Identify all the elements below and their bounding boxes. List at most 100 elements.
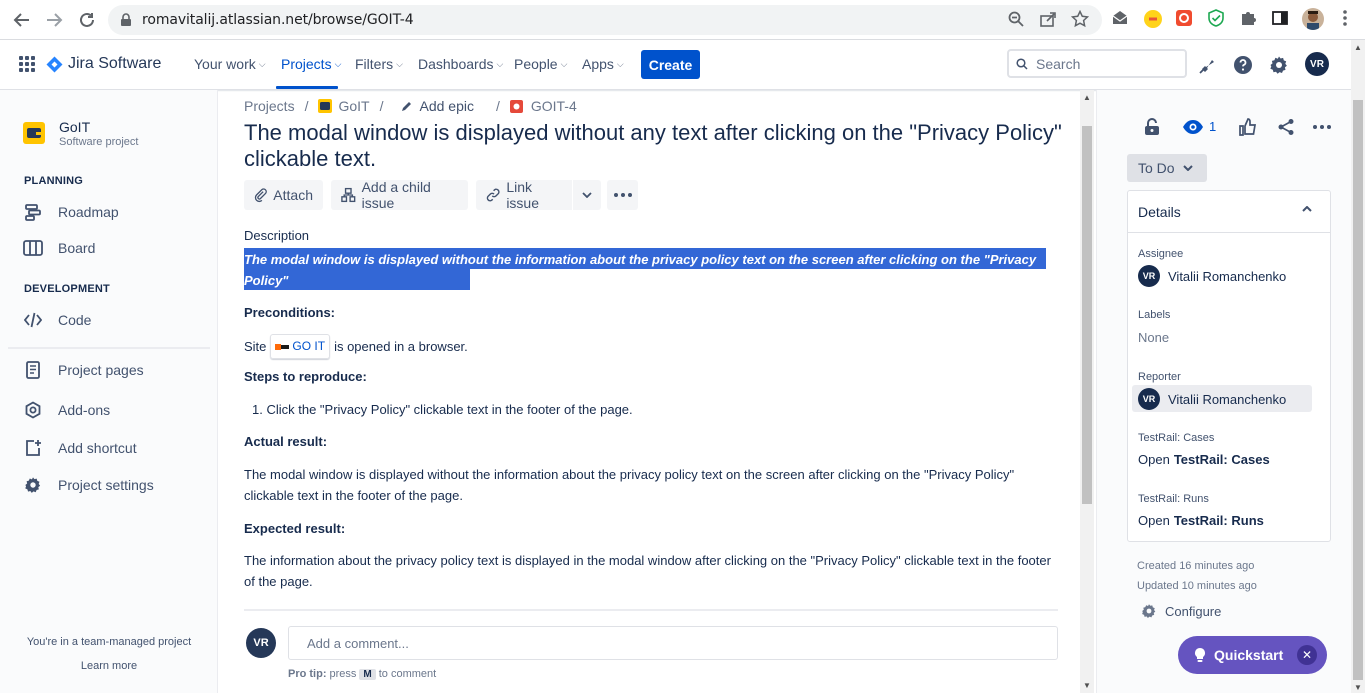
user-avatar[interactable]: VR [1305, 52, 1329, 76]
project-type: Software project [59, 136, 139, 148]
testrail-cases-value: TestRail: Cases [1173, 452, 1270, 467]
board-icon [22, 237, 44, 259]
breadcrumb-separator: / [379, 98, 384, 114]
steps-heading: Steps to reproduce: [244, 369, 367, 384]
project-name[interactable]: GoIT [59, 119, 90, 135]
record-extension-icon[interactable] [1175, 9, 1195, 29]
reporter-field[interactable]: VR Vitalii Romanchenko [1138, 388, 1286, 410]
zoom-icon[interactable] [1007, 10, 1027, 30]
description-text[interactable]: The modal window is displayed without th… [244, 249, 1054, 312]
thumbs-up-icon[interactable] [1237, 116, 1259, 138]
created-timestamp: Created 16 minutes ago [1137, 560, 1255, 572]
bookmark-star-icon[interactable] [1071, 10, 1091, 30]
share-icon[interactable] [1039, 10, 1059, 30]
nav-your-work[interactable]: Your work ⌵ [194, 56, 266, 72]
testrail-runs-label: TestRail: Runs [1138, 493, 1209, 505]
browser-profile-avatar[interactable] [1302, 8, 1324, 30]
browser-menu-icon[interactable] [1336, 9, 1356, 29]
jira-logo[interactable]: Jira Software [46, 55, 161, 73]
reload-icon[interactable] [75, 8, 99, 32]
nav-filters[interactable]: Filters ⌵ [355, 56, 403, 72]
add-child-label: Add a child issue [361, 179, 431, 211]
site-link-chip[interactable]: GO IT [270, 334, 331, 359]
lock-icon[interactable] [120, 13, 132, 27]
sidebar-item-label: Project pages [58, 362, 144, 378]
quickstart-button[interactable]: Quickstart ✕ [1178, 636, 1327, 674]
back-icon[interactable] [10, 8, 34, 32]
sidebar-item-project-pages[interactable]: Project pages [22, 358, 144, 382]
breadcrumb-project[interactable]: GoIT [318, 98, 370, 114]
scroll-up-arrow-icon[interactable]: ▲ [1083, 93, 1091, 102]
app-switcher-icon[interactable] [18, 55, 36, 73]
preconditions-text: Site GO IT is opened in a browser. [244, 334, 468, 359]
project-avatar[interactable] [23, 122, 45, 144]
testrail-cases-link[interactable]: Open TestRail: Cases [1138, 452, 1270, 467]
scroll-up-arrow-icon[interactable]: ▲ [1354, 43, 1362, 52]
forward-icon[interactable] [42, 8, 66, 32]
mail-extension-icon[interactable] [1111, 9, 1131, 29]
more-horizontal-icon[interactable] [1311, 116, 1333, 138]
sidebar-item-code[interactable]: Code [22, 308, 91, 332]
nav-dashboards[interactable]: Dashboards ⌵ [418, 56, 503, 72]
attach-button[interactable]: Attach [244, 180, 323, 210]
scroll-down-arrow-icon[interactable]: ▼ [1354, 683, 1362, 692]
add-epic-button[interactable]: Add epic [401, 98, 474, 114]
notifications-icon[interactable] [1196, 53, 1220, 77]
breadcrumb-projects[interactable]: Projects [244, 98, 295, 114]
nav-apps[interactable]: Apps ⌵ [582, 56, 624, 72]
sidebar-item-board[interactable]: Board [22, 236, 95, 260]
lock-icon[interactable] [1141, 116, 1163, 138]
code-icon [22, 309, 44, 331]
close-icon[interactable]: ✕ [1297, 645, 1317, 665]
add-epic-label: Add epic [419, 98, 474, 114]
honey-extension-icon[interactable] [1143, 9, 1163, 29]
chevron-down-icon: ⌵ [396, 58, 403, 69]
link-issue-dropdown[interactable] [573, 180, 601, 210]
breadcrumb-issue[interactable]: GOIT-4 [509, 98, 577, 114]
comment-input[interactable]: Add a comment... [288, 626, 1058, 660]
hierarchy-icon [341, 187, 356, 203]
reporter-label: Reporter [1138, 371, 1181, 383]
breadcrumb: Projects / GoIT / Add epic / GOIT-4 [244, 97, 577, 115]
reporter-name: Vitalii Romanchenko [1168, 391, 1287, 407]
actual-result-text: The modal window is displayed without th… [244, 467, 1015, 503]
sidebar-item-add-ons[interactable]: Add-ons [22, 398, 110, 422]
configure-button[interactable]: Configure [1141, 603, 1221, 619]
more-actions-button[interactable] [607, 180, 638, 210]
help-icon[interactable] [1231, 53, 1255, 77]
add-child-issue-button[interactable]: Add a child issue [331, 179, 468, 211]
watch-count: 1 [1209, 119, 1217, 134]
chevron-up-icon[interactable] [1302, 206, 1312, 212]
labels-field[interactable]: None [1138, 330, 1169, 345]
sidebar-item-add-shortcut[interactable]: Add shortcut [22, 436, 137, 460]
step-number: 1. [252, 402, 267, 417]
assignee-field[interactable]: VR Vitalii Romanchenko [1138, 265, 1286, 287]
search-input[interactable]: Search [1007, 49, 1187, 78]
status-dropdown[interactable]: To Do [1127, 154, 1207, 182]
planning-heading: PLANNING [24, 175, 84, 187]
scroll-down-arrow-icon[interactable]: ▼ [1083, 681, 1091, 690]
learn-more-link[interactable]: Learn more [0, 660, 218, 672]
sidebar-item-project-settings[interactable]: Project settings [22, 473, 154, 497]
address-bar[interactable]: romavitalij.atlassian.net/browse/GOIT-4 [108, 5, 1102, 35]
issue-title[interactable]: The modal window is displayed without an… [244, 120, 1064, 172]
nav-people[interactable]: People ⌵ [514, 56, 567, 72]
chevron-down-icon [1182, 165, 1193, 171]
extensions-puzzle-icon[interactable] [1239, 9, 1259, 29]
link-issue-button[interactable]: Link issue [476, 179, 572, 211]
settings-gear-icon[interactable] [1267, 53, 1291, 77]
addons-icon [22, 399, 44, 421]
nav-projects[interactable]: Projects ⌵ [281, 56, 341, 72]
side-panel-icon[interactable] [1271, 9, 1291, 29]
testrail-cases-open: Open [1138, 452, 1170, 467]
link-issue-label: Link issue [506, 179, 539, 211]
main-scrollbar-thumb[interactable] [1082, 126, 1092, 504]
create-button[interactable]: Create [641, 50, 700, 79]
page-scrollbar-thumb[interactable] [1353, 100, 1363, 680]
testrail-runs-link[interactable]: Open TestRail: Runs [1138, 513, 1264, 528]
share-icon[interactable] [1275, 116, 1297, 138]
shield-extension-icon[interactable] [1207, 9, 1227, 29]
sidebar-item-roadmap[interactable]: Roadmap [22, 200, 119, 224]
site-suffix: is opened in a browser. [334, 339, 468, 354]
watch-eye-icon[interactable] [1182, 116, 1204, 138]
